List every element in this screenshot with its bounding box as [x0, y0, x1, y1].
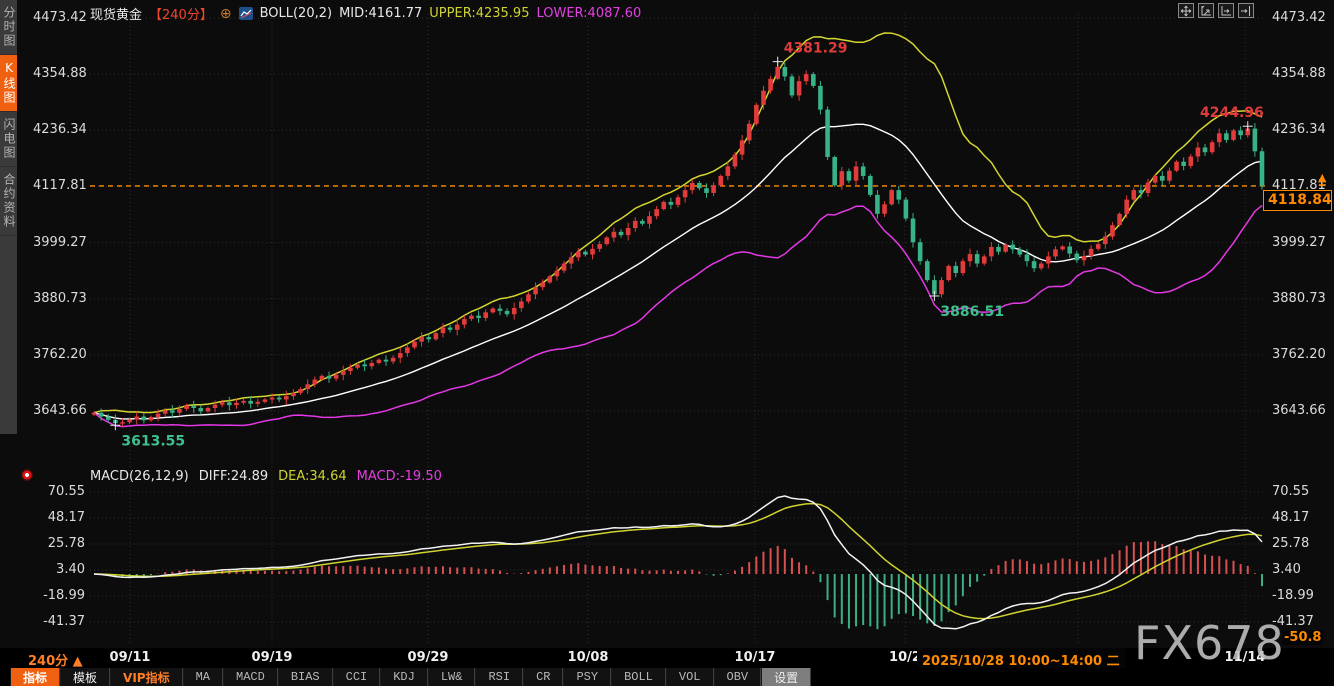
macd-axis-left-label: -18.99 — [43, 588, 85, 604]
macd-axis-right-label: 3.40 — [1272, 562, 1301, 578]
price-marker-arrow-icon: ▲ ━ — [1318, 171, 1327, 192]
macd-diff-value: DIFF:24.89 — [198, 469, 269, 484]
line-chart-icon[interactable] — [238, 7, 253, 20]
sidebar-item-0[interactable]: 分时图 — [0, 0, 17, 55]
toolbar-tab-CR[interactable]: CR — [523, 668, 564, 686]
price-axis-left-label: 3999.27 — [33, 234, 87, 250]
fx678-watermark: FX678 — [1134, 616, 1285, 670]
toolbar-tab-MACD[interactable]: MACD — [223, 668, 278, 686]
period-label: 【240分】 — [149, 8, 213, 23]
price-axis-right-label: 4473.42 — [1272, 10, 1326, 25]
hover-datetime-label: 2025/10/28 10:00~14:00 二 — [917, 648, 1125, 669]
price-axis-left-label: 4473.42 — [33, 10, 87, 25]
macd-axis-left-label: 48.17 — [47, 510, 85, 526]
go-to-end-icon[interactable] — [1238, 3, 1254, 18]
circle-plus-icon[interactable]: ⊕ — [220, 6, 232, 22]
toolbar-tab-CCI[interactable]: CCI — [332, 668, 381, 686]
toolbar-tab-PSY[interactable]: PSY — [563, 668, 612, 686]
price-axis-right-label: 3999.27 — [1272, 234, 1326, 250]
sidebar-item-2[interactable]: 闪电图 — [0, 112, 17, 167]
toolbar-tab-设置[interactable]: 设置 — [761, 668, 812, 686]
chart-tool-icons — [1178, 3, 1254, 18]
price-axis-right-label: 3643.66 — [1272, 403, 1326, 418]
price-axis-left-label: 3643.66 — [33, 403, 87, 418]
svg-text:3613.55: 3613.55 — [121, 433, 185, 449]
toolbar-tab-VIP指标[interactable]: VIP指标 — [110, 668, 183, 686]
sidebar-item-3[interactable]: 合约资料 — [0, 167, 17, 236]
date-tick-label: 09/29 — [407, 650, 449, 665]
price-axis-right-label: 4354.88 — [1272, 66, 1326, 82]
price-axis-left-label: 3880.73 — [33, 290, 87, 306]
price-axis-left-label: 4354.88 — [33, 66, 87, 82]
boll-params: BOLL(20,2) — [259, 6, 333, 21]
svg-text:4244.96: 4244.96 — [1200, 105, 1264, 121]
toolbar-tab-BOLL[interactable]: BOLL — [611, 668, 666, 686]
macd-value: MACD:-19.50 — [356, 469, 442, 484]
toolbar-tab-指标[interactable]: 指标 — [10, 668, 61, 686]
axis-fit-icon[interactable] — [1198, 3, 1214, 18]
price-axis-left-label: 3762.20 — [33, 346, 87, 362]
macd-params: MACD(26,12,9) — [90, 469, 189, 484]
indicator-toolbar: 指标 模板 VIP指标 MA MACD BIAS CCI KDJ LW& RSI CR PSY BOLL… — [0, 668, 1334, 686]
macd-legend: MACD(26,12,9) DIFF:24.89 DEA:34.64 MACD:… — [90, 469, 442, 484]
macd-axis-right-label: 48.17 — [1272, 510, 1310, 526]
macd-axis-left-label: 25.78 — [47, 536, 85, 552]
price-axis-right-label: 3880.73 — [1272, 290, 1326, 306]
axis-shift-icon[interactable] — [1218, 3, 1234, 18]
chart-mode-sidebar: 分时图 K线图 闪电图 合约资料 — [0, 0, 17, 434]
date-tick-label: 10/08 — [567, 650, 609, 665]
price-axis-right-label: 3762.20 — [1272, 346, 1326, 362]
price-axis-left-label: 4117.81 — [33, 178, 87, 194]
date-tick-label: 09/19 — [251, 650, 293, 665]
macd-axis-left-label: 3.40 — [56, 562, 85, 578]
live-indicator-icon[interactable] — [20, 468, 34, 482]
macd-dea-value: DEA:34.64 — [278, 469, 347, 484]
svg-text:3886.51: 3886.51 — [940, 304, 1004, 320]
toolbar-tab-VOL[interactable]: VOL — [665, 668, 714, 686]
date-tick-label: 10/17 — [734, 650, 776, 665]
macd-axis-marker: -50.8 — [1282, 630, 1324, 645]
boll-lower-value: LOWER:4087.60 — [536, 6, 642, 21]
period-selector[interactable]: 240分 ▲ — [28, 650, 83, 669]
price-axis-right-label: 4236.34 — [1272, 122, 1326, 138]
toolbar-tab-OBV[interactable]: OBV — [713, 668, 762, 686]
boll-mid-value: MID:4161.77 — [339, 6, 423, 21]
price-axis-left-label: 4236.34 — [33, 122, 87, 138]
toolbar-tab-MA[interactable]: MA — [182, 668, 223, 686]
macd-axis-left-label: -41.37 — [43, 614, 85, 630]
toolbar-tab-BIAS[interactable]: BIAS — [277, 668, 333, 686]
macd-axis-right-label: -18.99 — [1272, 588, 1314, 604]
kline-chart-canvas[interactable]: 3613.55 4381.29 3886.51 4244.96 — [0, 0, 1334, 686]
symbol-name: 现货黄金 — [90, 8, 143, 23]
macd-axis-right-label: 70.55 — [1272, 484, 1310, 500]
sidebar-item-1[interactable]: K线图 — [0, 55, 17, 112]
toolbar-tab-KDJ[interactable]: KDJ — [380, 668, 428, 686]
date-tick-label: 09/11 — [109, 650, 151, 665]
macd-axis-right-label: 25.78 — [1272, 536, 1310, 552]
macd-axis-left-label: 70.55 — [47, 484, 85, 500]
boll-legend: 现货黄金 【240分】 ⊕ BOLL(20,2) MID:4161.77 UPP… — [90, 4, 642, 24]
trading-app-window: 3613.55 4381.29 3886.51 4244.96 分时图 K线图 闪电图 合约… — [0, 0, 1334, 686]
pan-icon[interactable] — [1178, 3, 1194, 18]
boll-upper-value: UPPER:4235.95 — [429, 6, 530, 21]
svg-text:4381.29: 4381.29 — [784, 41, 848, 57]
toolbar-tab-模板[interactable]: 模板 — [60, 668, 111, 686]
toolbar-tab-LW&[interactable]: LW& — [427, 668, 476, 686]
last-price-box: 4118.84 — [1263, 190, 1332, 211]
toolbar-tab-RSI[interactable]: RSI — [475, 668, 524, 686]
